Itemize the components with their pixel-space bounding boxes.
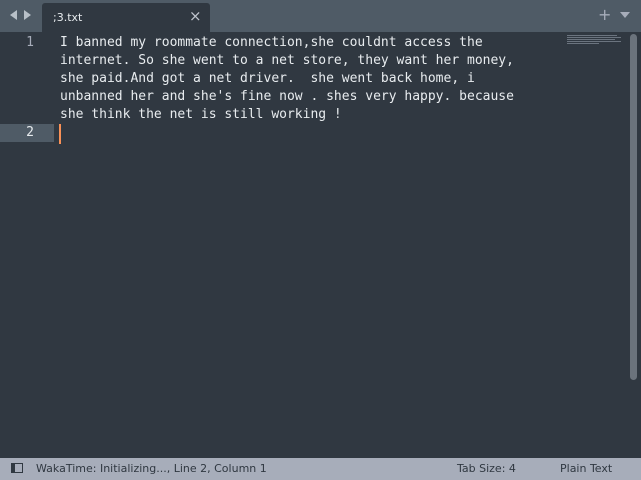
sidebar-toggle-icon[interactable] bbox=[11, 463, 23, 473]
minimap[interactable] bbox=[567, 35, 623, 47]
syntax-selector[interactable]: Plain Text bbox=[560, 462, 612, 476]
plus-icon[interactable]: + bbox=[598, 6, 611, 24]
code-line-1[interactable]: I banned my roommate connection,she coul… bbox=[60, 34, 560, 124]
editor-area[interactable]: 1 2 I banned my roommate connection,she … bbox=[0, 32, 641, 458]
close-icon[interactable]: × bbox=[189, 8, 202, 24]
tab-size-selector[interactable]: Tab Size: 4 bbox=[457, 462, 516, 476]
status-bar: WakaTime: Initializing..., Line 2, Colum… bbox=[0, 458, 641, 480]
line-number: 1 bbox=[26, 35, 34, 50]
tab-bar: ;3.txt × + bbox=[0, 0, 641, 32]
status-message: WakaTime: Initializing..., Line 2, Colum… bbox=[36, 462, 267, 475]
text-caret bbox=[59, 124, 61, 144]
chevron-right-icon[interactable] bbox=[24, 10, 31, 20]
tab-title: ;3.txt bbox=[53, 11, 83, 24]
vertical-scrollbar[interactable] bbox=[630, 34, 637, 380]
line-number-current: 2 bbox=[0, 124, 54, 142]
chevron-left-icon[interactable] bbox=[10, 10, 17, 20]
chevron-down-icon[interactable] bbox=[620, 12, 630, 18]
tab-file[interactable]: ;3.txt × bbox=[42, 3, 210, 32]
